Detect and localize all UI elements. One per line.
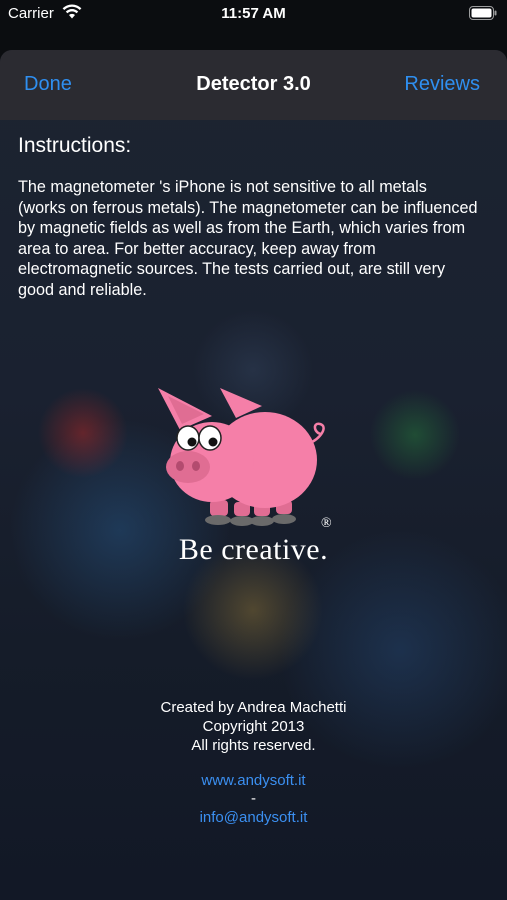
email-link[interactable]: info@andysoft.it — [0, 809, 507, 826]
instructions-heading: Instructions: — [18, 134, 132, 157]
clock: 11:57 AM — [221, 5, 286, 22]
instructions-text: The magnetometer 's iPhone is not sensit… — [18, 178, 478, 299]
battery-icon — [469, 6, 497, 24]
credits-rights: All rights reserved. — [191, 737, 316, 754]
slogan: Be creative. — [178, 533, 329, 566]
status-bar: Carrier 11:57 AM — [0, 0, 507, 28]
credits-copyright: Copyright 2013 — [202, 718, 305, 735]
info-sheet: Done Detector 3.0 Reviews Instructions: … — [0, 50, 507, 900]
website-link[interactable]: www.andysoft.it — [0, 772, 507, 789]
link-separator: - — [251, 790, 256, 807]
pig-logo-icon — [150, 382, 350, 532]
reviews-button[interactable]: Reviews — [404, 73, 480, 96]
navigation-bar: Done Detector 3.0 Reviews — [0, 50, 507, 120]
registered-mark: ® — [321, 516, 332, 531]
credits-author: Created by Andrea Machetti — [160, 699, 347, 716]
